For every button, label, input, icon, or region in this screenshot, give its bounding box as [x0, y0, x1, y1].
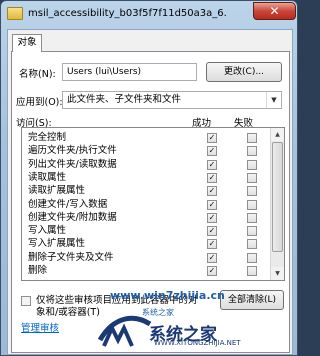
table-row: 遍历文件夹/执行文件 ✓ — [22, 145, 270, 158]
dialog-window: msil_accessibility_b03f5f7f11d50a3a_6.1.… — [0, 0, 298, 356]
window-title: msil_accessibility_b03f5f7f11d50a3a_6.1.… — [28, 8, 228, 19]
watermark-url: www.win7zhijia.cn — [110, 289, 225, 302]
success-checkbox[interactable]: ✓ — [207, 133, 217, 143]
table-row: 读取扩展属性 ✓ — [22, 185, 270, 198]
table-row: 创建文件夹/附加数据 ✓ — [22, 212, 270, 225]
permission-name: 创建文件/写入数据 — [28, 198, 108, 210]
table-row: 列出文件夹/读取数据 ✓ — [22, 159, 270, 172]
name-label: 名称(N): — [19, 69, 56, 80]
permission-name: 删除子文件夹及文件 — [28, 251, 114, 263]
failure-checkbox[interactable] — [247, 266, 257, 276]
success-checkbox[interactable]: ✓ — [207, 239, 217, 250]
change-button[interactable]: 更改(C)... — [206, 62, 282, 82]
table-row: 删除 ✓ — [22, 265, 270, 278]
success-checkbox[interactable]: ✓ — [207, 186, 217, 197]
permission-name: 列出文件夹/读取数据 — [28, 158, 117, 170]
apply-to-select[interactable]: 此文件夹、子文件夹和文件 ▼ — [62, 91, 282, 109]
clear-all-button[interactable]: 全部清除(L) — [220, 290, 284, 310]
success-checkbox[interactable]: ✓ — [207, 146, 217, 157]
table-row: 完全控制 ✓ — [22, 132, 270, 145]
apply-to-label: 应用到(O): — [16, 97, 63, 108]
apply-only-checkbox[interactable] — [21, 296, 31, 306]
permission-name: 写入扩展属性 — [28, 238, 86, 250]
success-checkbox[interactable]: ✓ — [207, 226, 217, 237]
scroll-thumb[interactable] — [272, 142, 283, 252]
permission-name: 写入属性 — [28, 225, 67, 237]
failure-checkbox[interactable] — [247, 252, 257, 263]
name-field[interactable]: Users (lui\Users) — [62, 63, 197, 81]
failure-checkbox[interactable] — [247, 226, 257, 237]
success-checkbox[interactable]: ✓ — [207, 252, 217, 263]
table-row: 创建文件/写入数据 ✓ — [22, 199, 270, 212]
permission-name: 读取属性 — [28, 171, 67, 183]
scroll-down-icon[interactable]: ▼ — [271, 267, 284, 280]
table-row: 写入扩展属性 ✓ — [22, 238, 270, 251]
failure-checkbox[interactable] — [247, 212, 257, 223]
windows-logo-icon — [97, 315, 152, 347]
failure-checkbox[interactable] — [247, 239, 257, 250]
access-list[interactable]: 完全控制 ✓ 遍历文件夹/执行文件 ✓ 列出文件夹/读取数据 ✓ 读取属性 ✓ 读取扩展属性 ✓ 创… — [21, 127, 285, 281]
site-logo: 系统之家 WWW.XITONGZHIJIA.NET — [94, 310, 284, 354]
folder-icon — [7, 7, 23, 20]
close-button[interactable]: ✕ — [253, 2, 296, 20]
failure-checkbox[interactable] — [247, 159, 257, 170]
permission-name: 完全控制 — [28, 132, 67, 143]
manage-audit-link[interactable]: 管理审核 — [21, 320, 59, 334]
success-checkbox[interactable]: ✓ — [207, 212, 217, 223]
failure-checkbox[interactable] — [247, 172, 257, 183]
failure-checkbox[interactable] — [247, 199, 257, 210]
success-checkbox[interactable]: ✓ — [207, 199, 217, 210]
apply-only-label-2: 象和/或容器(T) — [36, 307, 100, 318]
success-checkbox[interactable]: ✓ — [207, 172, 217, 183]
list-scrollbar[interactable]: ▲ ▼ — [270, 128, 284, 280]
failure-checkbox[interactable] — [247, 133, 257, 143]
scroll-up-icon[interactable]: ▲ — [271, 128, 284, 141]
success-checkbox[interactable]: ✓ — [207, 266, 217, 276]
table-row: 写入属性 ✓ — [22, 225, 270, 238]
tab-page: 名称(N): Users (lui\Users) 更改(C)... 应用到(O)… — [11, 51, 290, 353]
table-row: 删除子文件夹及文件 ✓ — [22, 252, 270, 265]
apply-to-selected: 此文件夹、子文件夹和文件 — [67, 94, 182, 105]
title-bar[interactable]: msil_accessibility_b03f5f7f11d50a3a_6.1.… — [1, 1, 299, 29]
success-checkbox[interactable]: ✓ — [207, 159, 217, 170]
failure-checkbox[interactable] — [247, 186, 257, 197]
permission-name: 遍历文件夹/执行文件 — [28, 145, 117, 157]
logo-subtitle: WWW.XITONGZHIJIA.NET — [154, 339, 241, 347]
chevron-down-icon[interactable]: ▼ — [266, 92, 281, 108]
tab-object[interactable]: 对象 — [12, 34, 42, 52]
table-row: 读取属性 ✓ — [22, 172, 270, 185]
failure-checkbox[interactable] — [247, 146, 257, 157]
dialog-client: 对象 名称(N): Users (lui\Users) 更改(C)... 应用到… — [7, 29, 293, 355]
permission-name: 删除 — [28, 265, 48, 276]
permission-name: 创建文件夹/附加数据 — [28, 211, 117, 223]
permission-name: 读取扩展属性 — [28, 185, 86, 197]
